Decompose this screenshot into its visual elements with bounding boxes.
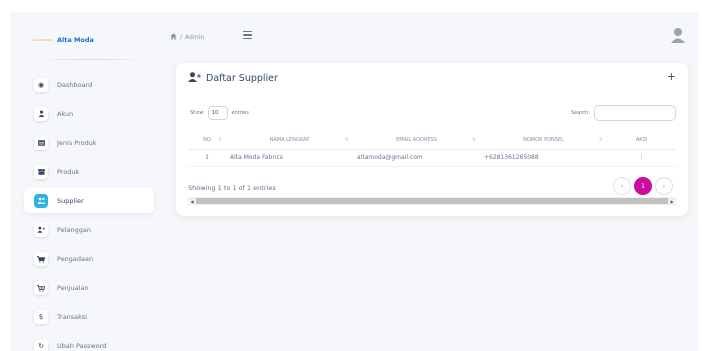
sidebar-item-akun[interactable]: Akun bbox=[24, 101, 154, 126]
user-icon bbox=[34, 106, 48, 121]
entries-select[interactable]: 10 bbox=[207, 106, 228, 120]
sidebar-item-penjualan[interactable]: Penjualan bbox=[24, 276, 154, 301]
cell-no: 1 bbox=[188, 149, 226, 167]
brand-logo: •ALTA MODA bbox=[32, 38, 53, 42]
search-input[interactable] bbox=[594, 105, 676, 121]
cart-plus-icon bbox=[34, 281, 48, 296]
sidebar-item-label: Akun bbox=[57, 109, 74, 118]
cell-name: Alta Moda Fabrics bbox=[226, 149, 353, 167]
pagination-prev-button[interactable]: ‹ bbox=[613, 177, 631, 195]
scrollbar-thumb[interactable] bbox=[196, 198, 668, 204]
sidebar-item-dashboard[interactable]: ◉ Dashboard bbox=[24, 72, 154, 97]
brand-name: Alta Moda bbox=[56, 36, 94, 44]
cell-phone: +6281361265088 bbox=[480, 149, 607, 167]
breadcrumb-current: Admin bbox=[185, 33, 205, 41]
supplier-card: Daftar Supplier + Show 10 entries Search… bbox=[176, 63, 688, 216]
pagination: ‹ 1 › bbox=[613, 177, 673, 195]
sidebar-item-pengadaan[interactable]: Pengadaan bbox=[24, 247, 154, 272]
column-header-name[interactable]: NAMA LENGKAP ⇅ bbox=[226, 132, 353, 150]
box-icon bbox=[34, 164, 48, 179]
horizontal-scrollbar[interactable]: ◀ ▶ bbox=[188, 197, 676, 205]
sidebar-item-label: Pengadaan bbox=[57, 255, 94, 264]
sidebar-item-pelanggan[interactable]: Pelanggan bbox=[24, 217, 154, 242]
brand[interactable]: •ALTA MODA Alta Moda bbox=[32, 34, 94, 46]
card-title-text: Daftar Supplier bbox=[206, 73, 278, 84]
sidebar-item-label: Ubah Password bbox=[57, 342, 107, 351]
sort-icon: ⇅ bbox=[344, 137, 349, 143]
category-icon bbox=[34, 135, 48, 150]
sidebar-item-ubah-password[interactable]: ↻ Ubah Password bbox=[24, 334, 154, 351]
sidebar-item-label: Dashboard bbox=[57, 80, 93, 89]
sidebar-item-jenis-produk[interactable]: Jenis Produk bbox=[24, 130, 154, 155]
sidebar-item-label: Penjualan bbox=[57, 284, 89, 293]
table-header-row: NO ⇅ NAMA LENGKAP ⇅ EMAIL ADDRESS ⇅ NOMOR P… bbox=[188, 132, 676, 150]
row-actions-icon[interactable]: ⋮ bbox=[607, 149, 676, 167]
sidebar-nav: ◉ Dashboard Akun Jenis Produk Produk Sup… bbox=[24, 72, 154, 351]
menu-toggle-icon[interactable] bbox=[243, 31, 252, 39]
column-header-aksi: AKSI bbox=[607, 132, 676, 150]
app-window: •ALTA MODA Alta Moda ◉ Dashboard Akun Je… bbox=[10, 12, 698, 351]
user-plus-icon bbox=[34, 222, 48, 237]
sort-icon: ⇅ bbox=[471, 137, 476, 143]
sidebar-divider bbox=[32, 59, 150, 60]
search-label: Search: bbox=[571, 110, 590, 116]
sidebar-item-label: Transaksi bbox=[57, 313, 88, 322]
dollar-icon: $ bbox=[34, 310, 48, 325]
sidebar-item-label: Jenis Produk bbox=[57, 138, 97, 147]
sidebar-item-produk[interactable]: Produk bbox=[24, 159, 154, 184]
sidebar-item-transaksi[interactable]: $ Transaksi bbox=[24, 305, 154, 330]
supplier-table: NO ⇅ NAMA LENGKAP ⇅ EMAIL ADDRESS ⇅ NOMOR P… bbox=[188, 132, 676, 167]
pagination-page-button[interactable]: 1 bbox=[634, 177, 652, 195]
sort-icon: ⇅ bbox=[217, 137, 222, 143]
table-info: Showing 1 to 1 of 1 entries bbox=[188, 184, 276, 192]
column-header-label: NO bbox=[203, 137, 211, 144]
pagination-next-button[interactable]: › bbox=[655, 177, 673, 195]
cell-email: altamoda@gmail.com bbox=[353, 149, 480, 167]
sidebar-item-label: Pelanggan bbox=[57, 225, 91, 234]
sidebar-item-supplier[interactable]: Supplier bbox=[24, 188, 154, 214]
home-icon[interactable] bbox=[170, 32, 177, 42]
refresh-icon: ↻ bbox=[34, 339, 48, 351]
add-supplier-button[interactable]: + bbox=[667, 71, 676, 82]
breadcrumb: / Admin bbox=[170, 32, 204, 42]
length-prefix: Show bbox=[190, 110, 204, 116]
length-suffix: entries bbox=[231, 110, 249, 116]
column-header-phone[interactable]: NOMOR PONSEL ⇅ bbox=[480, 132, 607, 150]
scroll-right-icon[interactable]: ▶ bbox=[668, 197, 676, 205]
column-header-label: NAMA LENGKAP bbox=[269, 137, 310, 144]
breadcrumb-separator: / bbox=[180, 33, 183, 41]
user-avatar-icon[interactable] bbox=[671, 27, 685, 43]
entries-length: Show 10 entries bbox=[190, 106, 249, 120]
column-header-email[interactable]: EMAIL ADDRESS ⇅ bbox=[353, 132, 480, 150]
search-filter: Search: bbox=[571, 105, 676, 121]
sort-icon: ⇅ bbox=[598, 137, 603, 143]
user-plus-icon bbox=[188, 72, 201, 85]
card-title: Daftar Supplier bbox=[188, 72, 278, 85]
column-header-label: EMAIL ADDRESS bbox=[396, 137, 437, 144]
table-row: 1 Alta Moda Fabrics altamoda@gmail.com +… bbox=[188, 149, 676, 167]
dashboard-icon: ◉ bbox=[34, 77, 48, 92]
cart-icon bbox=[34, 252, 48, 267]
column-header-label: NOMOR PONSEL bbox=[523, 137, 564, 144]
sidebar-item-label: Produk bbox=[57, 167, 80, 176]
supplier-icon bbox=[34, 193, 48, 208]
sidebar-item-label: Supplier bbox=[57, 196, 84, 205]
column-header-no[interactable]: NO ⇅ bbox=[188, 132, 226, 150]
scroll-left-icon[interactable]: ◀ bbox=[188, 197, 196, 205]
